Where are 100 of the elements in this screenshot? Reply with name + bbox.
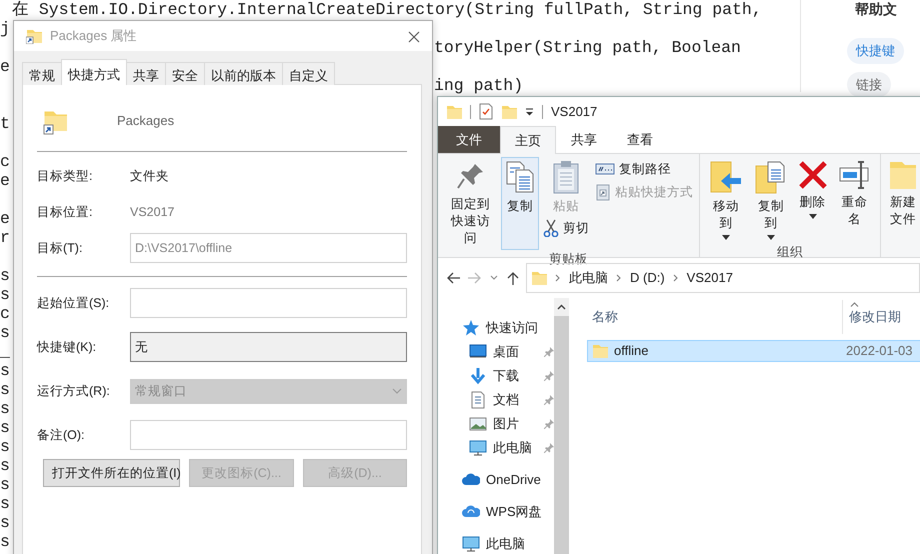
tab[interactable]: 自定义	[282, 62, 335, 85]
field-label: 快捷键(K):	[37, 338, 98, 356]
tab[interactable]: 共享	[126, 62, 166, 85]
breadcrumb[interactable]: VS2017	[686, 268, 733, 288]
file-row[interactable]: offline 2022-01-03	[587, 340, 920, 362]
code-fragment: s	[0, 494, 10, 513]
paste-shortcut-icon	[595, 183, 612, 202]
shortcut-folder-icon	[26, 28, 42, 44]
nav-item[interactable]: 文档	[438, 388, 554, 412]
ribbon-button[interactable]: 移动到	[704, 157, 748, 243]
download-icon	[469, 367, 487, 385]
field-value: VS2017	[130, 204, 174, 219]
scroll-up-icon[interactable]	[557, 304, 566, 310]
field-value: 文件夹	[130, 168, 169, 183]
tab[interactable]: 常规	[22, 62, 62, 85]
code-fragment: s	[0, 361, 10, 380]
panel-heading: 帮助文	[855, 0, 898, 18]
tab[interactable]: 以前的版本	[204, 62, 283, 85]
properties-icon[interactable]	[479, 103, 493, 120]
field-label: 目标(T):	[37, 240, 84, 257]
ribbon-button[interactable]: 新建文件	[885, 157, 920, 237]
nav-item[interactable]: 桌面	[438, 340, 554, 364]
code-line: toryHelper(String path, Boolean	[434, 38, 741, 57]
input-field[interactable]	[130, 288, 407, 318]
breadcrumb[interactable]: D (D:)	[630, 268, 665, 288]
code-line: ing path)	[434, 76, 524, 95]
group-label: 组织	[776, 244, 804, 261]
tab[interactable]: 快捷方式	[61, 59, 127, 85]
caret-icon	[722, 235, 730, 240]
ribbon-button[interactable]: 复制	[501, 157, 540, 250]
back-arrow-icon[interactable]	[446, 271, 461, 285]
window-title: Packages 属性	[50, 27, 138, 46]
input-field[interactable]	[130, 420, 407, 450]
tag-chip[interactable]: 链接	[847, 72, 891, 97]
tab[interactable]: 安全	[165, 62, 205, 85]
code-fragment: s	[0, 456, 10, 475]
address-bar[interactable]: 此电脑 D (D:) VS2017	[526, 263, 920, 293]
folder-icon	[501, 104, 517, 120]
up-arrow-icon[interactable]	[506, 271, 520, 285]
ribbon-button[interactable]: 复制到	[749, 157, 793, 243]
code-fragment: s	[0, 380, 10, 399]
code-fragment: s	[0, 475, 10, 494]
code-fragment: c	[0, 152, 10, 171]
nav-item[interactable]: 下载	[438, 364, 554, 388]
document-icon	[469, 391, 487, 409]
code-fragment: s	[0, 266, 10, 285]
button[interactable]: 打开文件所在的位置(I)	[43, 459, 180, 487]
code-fragment: s	[0, 437, 10, 456]
code-fragment: s	[0, 399, 10, 418]
ribbon-button[interactable]: 剪切	[541, 218, 592, 239]
field-label: 目标类型:	[37, 168, 94, 185]
close-icon[interactable]	[408, 31, 420, 44]
clipboard-icon	[551, 160, 582, 194]
field-label: 起始位置(S):	[37, 294, 110, 312]
folder-icon	[592, 343, 608, 359]
star-icon	[462, 319, 480, 337]
field-label: 运行方式(R):	[37, 382, 111, 400]
code-fragment: s	[0, 418, 10, 437]
code-line: 在 System.IO.Directory.InternalCreateDirectory(String fullPath, String path,	[12, 0, 762, 19]
nav-item[interactable]: 此电脑	[438, 532, 554, 554]
computer-icon	[469, 439, 487, 457]
column-header[interactable]: 修改日期	[842, 300, 901, 334]
chevron-right-icon	[555, 274, 561, 282]
nav-item[interactable]: 图片	[438, 412, 554, 436]
code-fragment: e	[0, 171, 10, 190]
code-fragment: r	[0, 228, 10, 247]
code-fragment: j	[0, 19, 10, 38]
sort-caret-icon	[850, 302, 859, 307]
tag-chip[interactable]: 快捷键	[847, 38, 904, 64]
code-fragment: s	[0, 532, 10, 551]
caret-icon	[767, 235, 776, 240]
field-label: 目标位置:	[37, 204, 94, 221]
code-fragment: t	[0, 114, 10, 133]
code-fragment: s	[0, 285, 10, 304]
code-fragment: e	[0, 209, 10, 228]
picture-icon	[469, 415, 487, 433]
window-title: VS2017	[551, 102, 598, 121]
ribbon-button[interactable]: 重命名	[832, 157, 876, 243]
shortcut-name: Packages	[117, 112, 174, 130]
copy-path-icon	[595, 163, 616, 176]
ribbon-button[interactable]: 固定到快速访问	[442, 157, 500, 250]
code-fragment: _	[0, 342, 10, 361]
nav-item[interactable]: OneDrive	[438, 468, 554, 492]
code-fragment: e	[0, 57, 10, 76]
column-header[interactable]: 名称	[587, 307, 842, 327]
chevron-right-icon	[672, 274, 679, 282]
ribbon-tab[interactable]: 主页	[500, 126, 556, 154]
folder-icon	[531, 270, 547, 286]
nav-item[interactable]: 快速访问	[438, 316, 554, 340]
code-fragment: s	[0, 323, 10, 342]
nav-item[interactable]: WPS网盘	[438, 500, 554, 524]
ribbon-button[interactable]: 复制路径	[593, 159, 696, 180]
caret-icon	[808, 214, 817, 219]
nav-item[interactable]: 此电脑	[438, 436, 554, 460]
ribbon-button[interactable]: 删除	[794, 157, 831, 243]
breadcrumb[interactable]: 此电脑	[569, 268, 608, 288]
file-menu-tab[interactable]: 文件	[438, 126, 500, 153]
dropdown-arrow-icon[interactable]	[525, 108, 534, 116]
hotkey-field[interactable]: 无	[130, 332, 407, 362]
chevron-right-icon	[616, 274, 622, 282]
